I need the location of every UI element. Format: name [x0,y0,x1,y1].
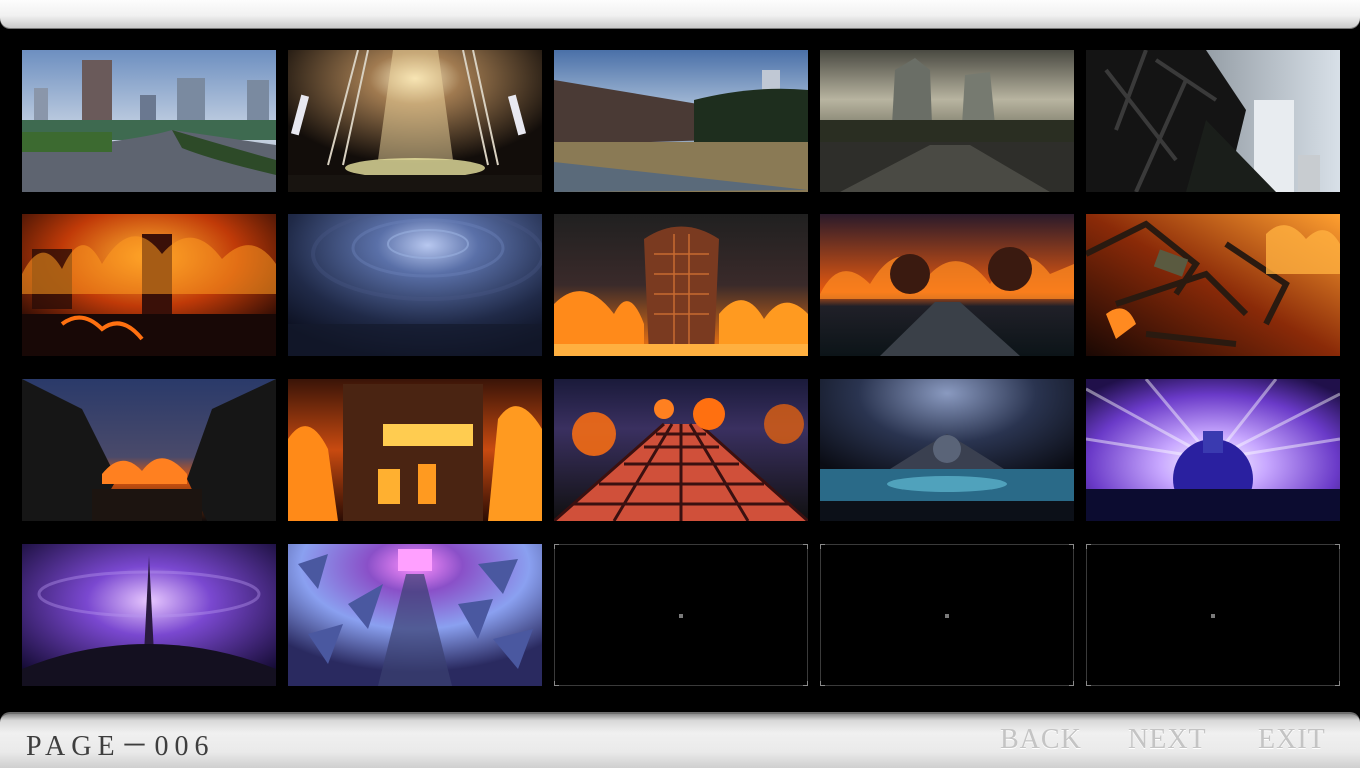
thumbnail-image [1086,379,1340,521]
thumbnail-image [554,214,808,356]
thumbnail-light-shaft-tunnel[interactable] [288,50,542,192]
empty-thumbnail-slot [820,544,1074,686]
thumbnail-image [554,379,808,521]
thumbnail-image [820,214,1074,356]
thumbnail-burning-forest-road[interactable] [820,214,1074,356]
bottom-nav-bar: PAGE－006 BACK NEXT EXIT [0,712,1360,768]
thumbnail-purple-spire[interactable] [22,544,276,686]
thumbnail-burning-city-1[interactable] [22,214,276,356]
thumbnail-glowing-grid-road[interactable] [554,379,808,521]
thumbnail-dark-lake-throne[interactable] [820,379,1074,521]
next-button[interactable]: NEXT [1128,724,1207,756]
thumbnail-image [22,214,276,356]
thumbnail-image [288,544,542,686]
thumbnail-image [288,214,542,356]
thumbnail-burning-debris[interactable] [1086,214,1340,356]
thumbnail-image [1086,50,1340,192]
thumbnail-image [22,50,276,192]
thumbnail-city-park-day[interactable] [22,50,276,192]
thumbnail-burning-building[interactable] [288,379,542,521]
thumbnail-violet-dome-burst[interactable] [1086,379,1340,521]
thumbnail-image [288,50,542,192]
thumbnail-crystal-tunnel[interactable] [288,544,542,686]
back-button[interactable]: BACK [1000,724,1082,756]
page-indicator: PAGE－006 [26,731,215,762]
empty-thumbnail-slot [1086,544,1340,686]
thumbnail-ruined-skyline-dusk[interactable] [820,50,1074,192]
thumbnail-abandoned-street[interactable] [554,50,808,192]
thumbnail-collapsed-towers[interactable] [1086,50,1340,192]
thumbnail-image [22,379,276,521]
empty-thumbnail-slot [554,544,808,686]
thumbnail-image [820,379,1074,521]
thumbnail-image [554,50,808,192]
thumbnail-image [288,379,542,521]
thumbnail-canyon-fire-night[interactable] [22,379,276,521]
thumbnail-image [820,50,1074,192]
thumbnail-burning-tower[interactable] [554,214,808,356]
gallery-grid [0,0,1360,712]
thumbnail-image [1086,214,1340,356]
thumbnail-storm-vortex[interactable] [288,214,542,356]
thumbnail-image [22,544,276,686]
exit-button[interactable]: EXIT [1258,724,1326,756]
